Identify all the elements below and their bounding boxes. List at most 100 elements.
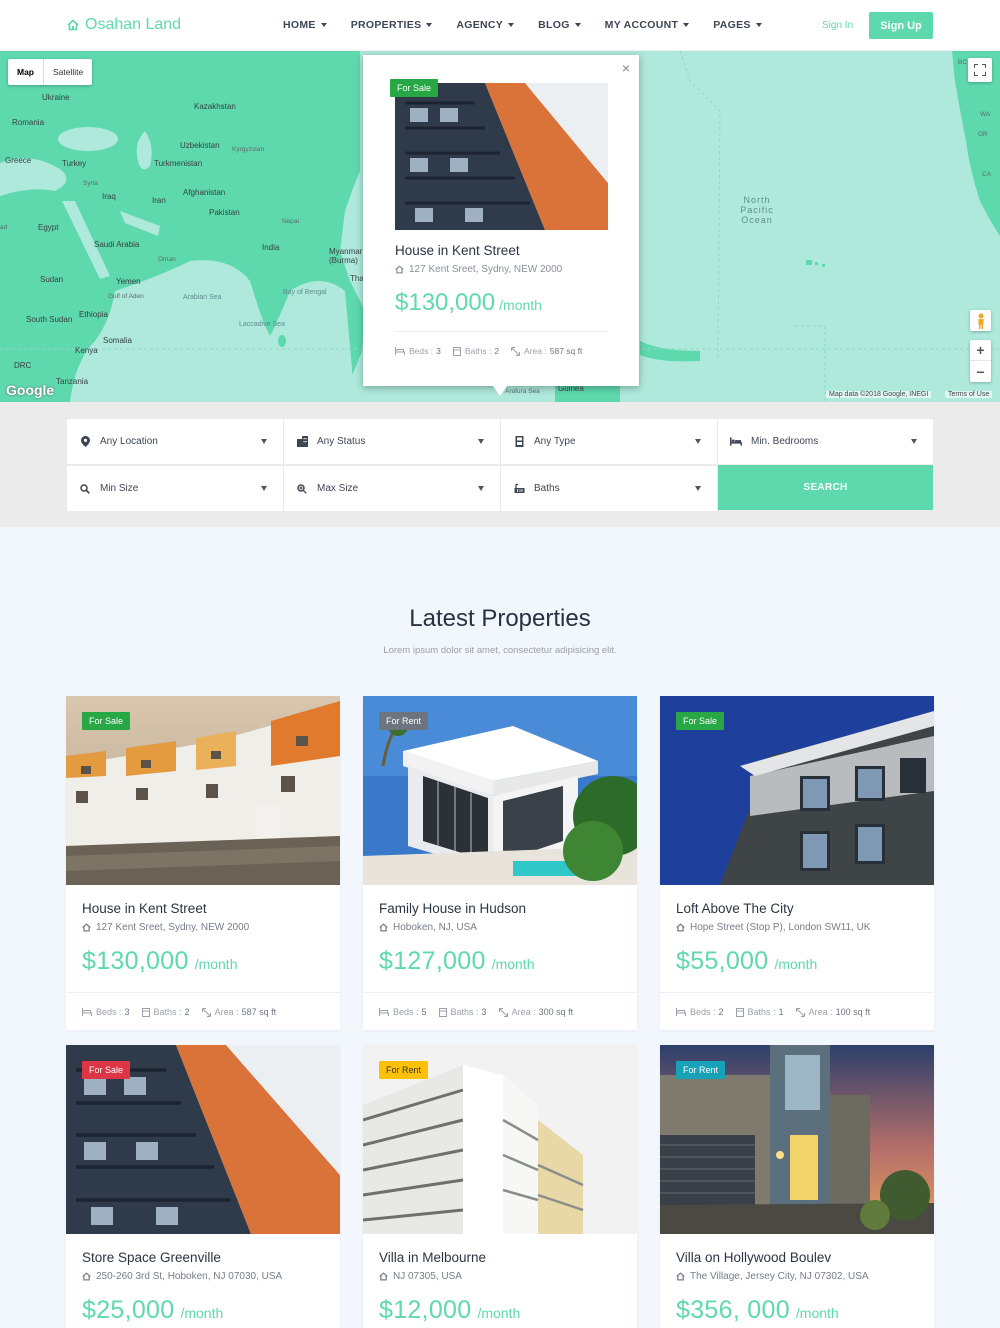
home-icon — [82, 923, 91, 932]
map-label: DRC — [14, 361, 32, 370]
map-label: Egypt — [38, 223, 59, 232]
map-attribution: Map data ©2018 Google, INEGI — [826, 391, 932, 398]
fullscreen-button[interactable] — [968, 58, 992, 82]
property-title[interactable]: Store Space Greenville — [82, 1250, 221, 1265]
nav-agency[interactable]: AGENCY — [456, 19, 515, 31]
chevron-down-icon — [478, 486, 484, 491]
home-icon — [82, 1272, 91, 1281]
map-label: Uzbekistan — [180, 141, 220, 150]
search-button[interactable]: SEARCH — [718, 465, 933, 510]
chevron-down-icon — [755, 23, 762, 27]
google-logo: Google — [6, 382, 55, 398]
baths-select[interactable]: Baths — [501, 466, 717, 511]
map-label: North Pacific Ocean — [740, 195, 774, 225]
baths-info: Baths :2 — [452, 346, 499, 356]
building-icon — [296, 436, 308, 447]
property-address: Hope Street (Stop P), London SW11, UK — [676, 922, 870, 933]
property-card[interactable]: For Rent Family House in Hudson Hoboken,… — [363, 696, 637, 1030]
chevron-down-icon — [261, 486, 267, 491]
search-icon — [79, 483, 91, 494]
nav-blog[interactable]: BLOG — [538, 19, 581, 31]
map-label: India — [262, 243, 280, 252]
zoom-in-icon — [296, 483, 308, 494]
map-label: South Sudan — [26, 315, 73, 324]
property-title[interactable]: Villa in Melbourne — [379, 1250, 486, 1265]
map-label: Kyrgyzstan — [232, 146, 265, 153]
map-type-control: Map Satellite — [8, 59, 93, 85]
property-card[interactable]: For Sale Loft Above The City Hope Street… — [660, 696, 934, 1030]
home-icon — [676, 1272, 685, 1281]
location-select[interactable]: Any Location — [67, 419, 283, 464]
map-info-popup: × For Sale House in Kent Street 127 Kent… — [363, 55, 639, 396]
property-meta: Beds :2 Baths :1 Area :100 sq ft — [676, 1007, 882, 1017]
property-title[interactable]: Villa on Hollywood Boulev — [676, 1250, 831, 1265]
pegman-icon — [978, 313, 983, 329]
map-label: Saudi Arabia — [94, 240, 140, 249]
area-info: Area :587 sq ft — [511, 346, 582, 356]
property-card[interactable]: For Rent Villa on Hollywood Boulev The V… — [660, 1045, 934, 1328]
popup-property-address: 127 Kent Sreet, Sydny, NEW 2000 — [395, 264, 562, 275]
property-card[interactable]: For Sale Store Space Greenville 250-260 … — [66, 1045, 340, 1328]
bed-icon — [730, 437, 742, 446]
status-select[interactable]: Any Status — [284, 419, 500, 464]
bed-icon — [676, 1008, 686, 1016]
map-label: Kenya — [75, 346, 98, 355]
map-label: Turkmenistan — [154, 159, 203, 168]
nav-pages[interactable]: PAGES — [713, 19, 762, 31]
property-price: $55,000/month — [676, 947, 818, 975]
max-size-select[interactable]: Max Size — [284, 466, 500, 511]
map-label: Iran — [152, 196, 166, 205]
zoom-in-button[interactable]: + — [970, 340, 991, 361]
map-terms-link[interactable]: Terms of Use — [945, 391, 993, 398]
map-label: Iraq — [102, 192, 116, 201]
baths-info: Baths :3 — [438, 1007, 487, 1017]
map-label: Nepal — [282, 218, 299, 225]
site-logo[interactable]: Osahan Land — [67, 16, 181, 34]
type-select[interactable]: Any Type — [501, 419, 717, 464]
bath-icon — [735, 1007, 744, 1017]
map-label: Pakistan — [209, 208, 240, 217]
property-card[interactable]: For Rent Villa in Melbourne NJ 07305, US… — [363, 1045, 637, 1328]
popup-property-meta: Beds :3 Baths :2 Area :587 sq ft — [395, 346, 594, 356]
area-info: Area :587 sq ft — [201, 1007, 276, 1017]
map-label: Afghanistan — [183, 188, 226, 197]
popup-property-title[interactable]: House in Kent Street — [395, 243, 520, 258]
property-address: The Village, Jersey City, NJ 07302, USA — [676, 1271, 869, 1282]
min-size-select[interactable]: Min Size — [67, 466, 283, 511]
sign-up-button[interactable]: Sign Up — [869, 12, 933, 39]
main-nav: HOME PROPERTIES AGENCY BLOG MY ACCOUNT P… — [283, 19, 786, 31]
property-title[interactable]: Loft Above The City — [676, 901, 794, 916]
sign-in-link[interactable]: Sign In — [822, 20, 853, 31]
property-title[interactable]: House in Kent Street — [82, 901, 207, 916]
street-view-pegman[interactable] — [970, 310, 991, 331]
bedrooms-select[interactable]: Min. Bedrooms — [718, 419, 933, 464]
property-card[interactable]: For Sale House in Kent Street 127 Kent S… — [66, 696, 340, 1030]
close-icon[interactable]: × — [622, 60, 630, 76]
section-title: Latest Properties — [409, 605, 591, 632]
property-title[interactable]: Family House in Hudson — [379, 901, 526, 916]
site-header: Osahan Land HOME PROPERTIES AGENCY BLOG … — [0, 0, 1000, 51]
map-label: Kazakhstan — [194, 102, 236, 111]
nav-home[interactable]: HOME — [283, 19, 327, 31]
nav-properties[interactable]: PROPERTIES — [351, 19, 433, 31]
area-icon — [201, 1007, 211, 1017]
map-label: Tanzania — [56, 377, 89, 386]
map-type-satellite-button[interactable]: Satellite — [44, 59, 92, 85]
beds-info: Beds :2 — [676, 1007, 724, 1017]
map-label: Gulf of Aden — [108, 293, 144, 300]
chevron-down-icon — [574, 23, 581, 27]
bed-icon — [379, 1008, 389, 1016]
map-type-map-button[interactable]: Map — [8, 59, 44, 85]
map-label: Greece — [5, 156, 32, 165]
map-label: Turkey — [62, 159, 87, 168]
beds-info: Beds :3 — [82, 1007, 130, 1017]
home-icon — [67, 19, 79, 31]
status-badge: For Sale — [676, 712, 725, 730]
zoom-out-button[interactable]: − — [970, 361, 991, 382]
nav-my-account[interactable]: MY ACCOUNT — [605, 19, 690, 31]
status-badge: For Sale — [82, 712, 131, 730]
status-badge: For Rent — [379, 1061, 429, 1079]
map-label: Arafura Sea — [505, 388, 540, 395]
property-address: Hoboken, NJ, USA — [379, 922, 477, 933]
bathtub-icon — [513, 483, 525, 494]
